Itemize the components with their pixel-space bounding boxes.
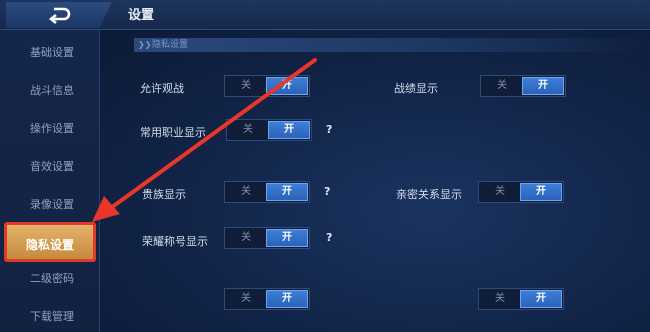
- back-button[interactable]: [6, 2, 112, 28]
- toggle-allow-spectate[interactable]: 关 开: [224, 75, 310, 97]
- sidebar-item-controls[interactable]: 操作设置: [12, 114, 92, 144]
- toggle-on-option[interactable]: 开: [266, 183, 308, 201]
- section-header: ❯❯ 隐私设置: [134, 38, 650, 52]
- toggle-off-option[interactable]: 关: [225, 182, 267, 202]
- toggle-honor-title[interactable]: 关 开: [224, 227, 310, 249]
- toggle-off-option[interactable]: 关: [479, 182, 521, 202]
- section-title: 隐私设置: [152, 40, 189, 50]
- help-icon[interactable]: ?: [324, 185, 330, 198]
- row-label-allow-spectate: 允许观战: [140, 82, 184, 95]
- sidebar-item-replay[interactable]: 录像设置: [12, 190, 92, 220]
- sidebar-item-download-manager[interactable]: 下载管理: [12, 302, 92, 332]
- sidebar-item-audio[interactable]: 音效设置: [12, 152, 92, 182]
- help-icon[interactable]: ?: [326, 123, 332, 136]
- toggle-on-option[interactable]: 开: [520, 183, 562, 201]
- toggle-off-option[interactable]: 关: [225, 76, 267, 96]
- toggle-off-option[interactable]: 关: [479, 289, 521, 309]
- toggle-off-option[interactable]: 关: [225, 289, 267, 309]
- sidebar-item-battle-info[interactable]: 战斗信息: [12, 76, 92, 106]
- page-title: 设置: [128, 8, 155, 23]
- toggle-intimacy-display[interactable]: 关 开: [478, 181, 564, 203]
- row-label-honor-title: 荣耀称号显示: [142, 235, 208, 248]
- toggle-partially-visible[interactable]: 关 开: [478, 288, 564, 310]
- sidebar-item-secondary-password[interactable]: 二级密码: [12, 264, 92, 294]
- sidebar-item-basic[interactable]: 基础设置: [12, 38, 92, 68]
- toggle-on-option[interactable]: 开: [520, 290, 562, 308]
- settings-sidebar: 基础设置 战斗信息 操作设置 音效设置 录像设置 隐私设置 二级密码 下载管理: [0, 30, 100, 332]
- toggle-common-role[interactable]: 关 开: [226, 119, 312, 141]
- toggle-on-option[interactable]: 开: [522, 77, 564, 95]
- row-label-common-role: 常用职业显示: [140, 126, 206, 139]
- chevron-right-icon: ❯❯: [138, 40, 152, 49]
- back-arrow-icon: [48, 7, 71, 25]
- toggle-partially-visible[interactable]: 关 开: [224, 288, 310, 310]
- toggle-off-option[interactable]: 关: [225, 228, 267, 248]
- toggle-on-option[interactable]: 开: [266, 290, 308, 308]
- toggle-on-option[interactable]: 开: [266, 229, 308, 247]
- toggle-record-display[interactable]: 关 开: [480, 75, 566, 97]
- sidebar-item-privacy[interactable]: 隐私设置: [4, 222, 96, 262]
- help-icon[interactable]: ?: [326, 231, 332, 244]
- toggle-noble-display[interactable]: 关 开: [224, 181, 310, 203]
- toggle-on-option[interactable]: 开: [266, 77, 308, 95]
- toggle-on-option[interactable]: 开: [268, 121, 310, 139]
- toggle-off-option[interactable]: 关: [481, 76, 523, 96]
- row-label-intimacy-display: 亲密关系显示: [396, 188, 462, 201]
- row-label-noble-display: 贵族显示: [142, 188, 186, 201]
- row-label-record-display: 战绩显示: [394, 82, 438, 95]
- top-bar: 设置: [0, 0, 650, 30]
- settings-content: ❯❯ 隐私设置 允许观战 关 开 战绩显示 关 开 常用职业显示 关 开 ? 贵…: [100, 30, 650, 332]
- toggle-off-option[interactable]: 关: [227, 120, 269, 140]
